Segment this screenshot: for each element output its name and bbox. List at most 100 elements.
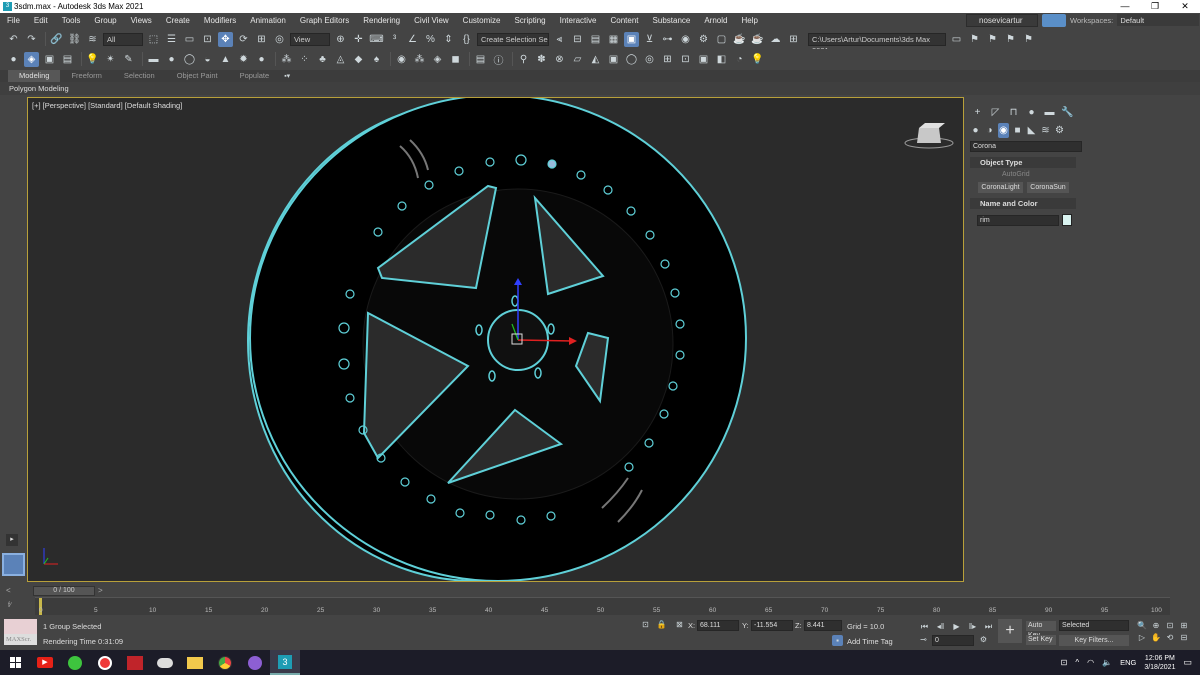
scene-tool-2-icon[interactable]: ◈ [24, 51, 39, 67]
input-language[interactable]: ENG [1120, 658, 1136, 667]
extra-tool-4-icon[interactable]: ⚑ [1021, 32, 1036, 47]
mirror-icon[interactable]: ⫷ [552, 32, 567, 47]
menu-views[interactable]: Views [124, 13, 159, 28]
align-icon[interactable]: ⊟ [570, 32, 585, 47]
redo-icon[interactable]: ↷ [24, 32, 39, 47]
selection-filter-dropdown[interactable]: All [103, 32, 143, 46]
tray-volume-icon[interactable]: 🔈 [1102, 658, 1112, 667]
pivot-center-icon[interactable]: ⊕ [333, 32, 348, 47]
project-folder-icon[interactable]: ▭ [949, 32, 964, 47]
ribbon-tab-populate[interactable]: Populate [229, 70, 281, 82]
corona-render-icon[interactable]: ◉ [394, 52, 409, 67]
timeline-ruler[interactable]: 0 5 10 15 20 25 30 35 40 45 50 55 60 65 … [35, 597, 1170, 615]
select-manipulate-icon[interactable]: ✛ [351, 32, 366, 47]
select-object-icon[interactable]: ⬚ [146, 32, 161, 47]
light-tool-icon[interactable]: 💡 [85, 52, 100, 67]
corona-proxy-icon[interactable]: ▱ [570, 52, 585, 67]
ref-coord-dropdown[interactable]: View [290, 32, 330, 46]
renderer-category-dropdown[interactable]: Corona [970, 141, 1082, 152]
pyramid-prim-icon[interactable]: ▲ [218, 52, 233, 67]
material-ball-icon[interactable]: ● [254, 52, 269, 67]
set-key-button[interactable]: Set Key [1026, 635, 1056, 645]
shape-tool-icon[interactable]: ✴ [103, 52, 118, 67]
systems-icon[interactable]: ⚙ [1054, 123, 1065, 138]
zoom-all-icon[interactable]: ⊕ [1150, 619, 1162, 631]
key-filters-button[interactable]: Key Filters... [1059, 635, 1129, 646]
absolute-mode-icon[interactable]: ⊠ [674, 619, 685, 630]
create-tab-icon[interactable]: + [970, 105, 985, 120]
notifications-icon[interactable]: ▭ [1183, 657, 1192, 668]
menu-interactive[interactable]: Interactive [553, 13, 604, 28]
geometry-icon[interactable]: ● [970, 123, 981, 138]
select-move-icon[interactable]: ✥ [218, 31, 233, 47]
viber-icon[interactable] [240, 650, 270, 675]
corona-scatter-icon[interactable]: ◭ [588, 52, 603, 67]
ribbon-tab-object-paint[interactable]: Object Paint [166, 70, 229, 82]
render-online-icon[interactable]: ⊞ [786, 32, 801, 47]
selection-lock-icon[interactable]: 🔒 [656, 619, 667, 630]
corona-lister-icon[interactable]: ◔ [732, 52, 747, 67]
menu-group[interactable]: Group [87, 13, 123, 28]
corona-sky-icon[interactable]: ◯ [624, 52, 639, 67]
pin-tool-icon[interactable]: ⚲ [516, 52, 531, 67]
prev-frame-icon[interactable]: ◂‖ [934, 619, 947, 634]
hair-tool-icon[interactable]: ⁂ [279, 52, 294, 67]
corona-fog-icon[interactable]: ⊞ [660, 52, 675, 67]
select-rotate-icon[interactable]: ⟳ [236, 32, 251, 47]
render-cloud-icon[interactable]: ☁ [768, 32, 783, 47]
set-key-big-icon[interactable]: + [998, 619, 1022, 643]
mini-curve-icon[interactable]: f∕ [8, 602, 11, 609]
menu-file[interactable]: File [0, 13, 27, 28]
vivaldi-icon[interactable] [90, 650, 120, 675]
motion-tab-icon[interactable]: ● [1024, 105, 1039, 120]
close-button[interactable]: ✕ [1170, 0, 1200, 13]
ribbon-options-icon[interactable]: ▪▾ [280, 72, 294, 81]
menu-scripting[interactable]: Scripting [507, 13, 552, 28]
ribbon-tab-freeform[interactable]: Freeform [60, 70, 112, 82]
timeline-prev-icon[interactable]: < [6, 586, 11, 595]
toggle-ribbon-icon[interactable]: ▣ [624, 31, 639, 47]
sphere-prim-icon[interactable]: ● [164, 52, 179, 67]
proxy-tool-icon[interactable]: ◬ [333, 52, 348, 67]
add-time-tag[interactable]: Add Time Tag [847, 637, 893, 646]
object-type-rollout[interactable]: Object Type [970, 157, 1076, 168]
hierarchy-tab-icon[interactable]: ⊓ [1006, 105, 1021, 120]
clock[interactable]: 12:06 PM 3/18/2021 [1144, 654, 1175, 672]
menu-edit[interactable]: Edit [27, 13, 55, 28]
geo-tool-icon[interactable]: ◆ [351, 52, 366, 67]
x-coordinate-field[interactable]: 68.111 [697, 620, 739, 631]
timeline-next-icon[interactable]: > [98, 586, 103, 595]
extra-tool-2-icon[interactable]: ⚑ [985, 32, 1000, 47]
sun-light-icon[interactable]: ✹ [236, 52, 251, 67]
z-coordinate-field[interactable]: 8.441 [804, 620, 842, 631]
user-account[interactable]: nosevicartur [966, 14, 1038, 27]
zoom-icon[interactable]: 🔍 [1136, 619, 1148, 631]
corona-sun-button[interactable]: CoronaSun [1027, 182, 1069, 193]
helpers-icon[interactable]: ◣ [1026, 123, 1037, 138]
render-setup-icon[interactable]: ⚙ [696, 32, 711, 47]
unlink-icon[interactable]: ⛓ [67, 32, 82, 47]
menu-help[interactable]: Help [734, 13, 764, 28]
fov-icon[interactable]: ▷ [1136, 631, 1148, 643]
render-iterative-icon[interactable]: ☕ [750, 32, 765, 47]
menu-content[interactable]: Content [604, 13, 646, 28]
material-editor-icon[interactable]: ◉ [678, 32, 693, 47]
corona-ir-icon[interactable]: ⁂ [412, 52, 427, 67]
menu-civil-view[interactable]: Civil View [407, 13, 456, 28]
auto-key-button[interactable]: Auto Key [1026, 621, 1056, 639]
corona-decal-icon[interactable]: ▣ [606, 52, 621, 67]
rect-selection-icon[interactable]: ▭ [182, 32, 197, 47]
pan-icon[interactable]: ✋ [1150, 631, 1162, 643]
corona-sun-icon[interactable]: ◎ [642, 52, 657, 67]
menu-arnold[interactable]: Arnold [697, 13, 734, 28]
start-icon[interactable] [0, 650, 30, 675]
maxscript-listener-pink[interactable] [4, 619, 37, 634]
spinner-snap-icon[interactable]: ⇕ [441, 32, 456, 47]
keyboard-shortcut-icon[interactable]: ⌨ [369, 32, 384, 47]
menu-customize[interactable]: Customize [456, 13, 508, 28]
menu-tools[interactable]: Tools [55, 13, 88, 28]
modify-tab-icon[interactable]: ◸ [988, 105, 1003, 120]
schematic-view-icon[interactable]: ⊶ [660, 32, 675, 47]
key-mode-dropdown[interactable]: Selected [1059, 620, 1129, 631]
3dsmax-taskbar-icon[interactable]: 3 [270, 650, 300, 675]
